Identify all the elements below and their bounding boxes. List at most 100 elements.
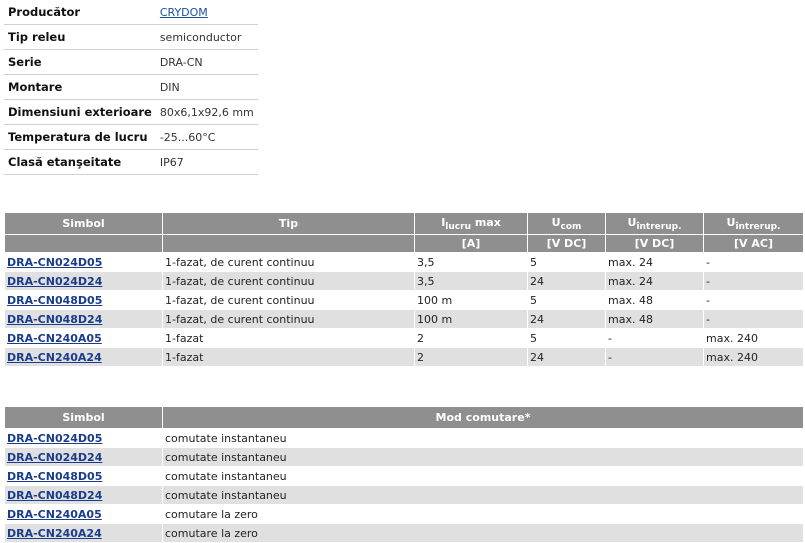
- property-value: DIN: [155, 74, 258, 100]
- header-switching-voltage-dc: Uîntrerup.: [605, 212, 704, 235]
- control-voltage-cell: 24: [527, 309, 606, 329]
- symbol-cell: DRA-CN048D05: [4, 290, 163, 310]
- symbol-cell: DRA-CN240A05: [4, 504, 163, 524]
- switching-mode-cell: comutate instantaneu: [162, 485, 804, 505]
- switching-mode-table: Simbol Mod comutare* DRA-CN024D05 comutate…: [4, 406, 804, 543]
- current-cell: 100 m: [414, 290, 528, 310]
- modes-header-row: Simbol Mod comutare*: [4, 406, 804, 429]
- current-cell: 2: [414, 328, 528, 348]
- symbol-cell: DRA-CN240A24: [4, 523, 163, 543]
- table-row: DRA-CN024D24 comutate instantaneu: [4, 447, 804, 467]
- header-symbol: Simbol: [4, 212, 163, 235]
- property-value: -25...60°C: [155, 124, 258, 150]
- type-cell: 1-fazat, de curent continuu: [162, 252, 415, 272]
- product-link[interactable]: DRA-CN240A05: [7, 508, 102, 521]
- ac-voltage-cell: max. 240: [703, 328, 804, 348]
- unit-label: [162, 234, 415, 253]
- product-link[interactable]: DRA-CN240A24: [7, 527, 102, 540]
- property-label: Montare: [4, 74, 156, 100]
- header-symbol: Simbol: [4, 406, 163, 429]
- type-cell: 1-fazat, de curent continuu: [162, 290, 415, 310]
- header-switching-voltage-ac: Uîntrerup.: [703, 212, 804, 235]
- unit-label: [V AC]: [703, 234, 804, 253]
- property-row: Tip releu semiconductor: [4, 24, 258, 50]
- symbol-cell: DRA-CN024D24: [4, 447, 163, 467]
- table-row: DRA-CN024D05 1-fazat, de curent continuu 3…: [4, 252, 804, 272]
- property-value: IP67: [155, 149, 258, 175]
- properties-table: Producător CRYDOM Tip releu semiconductor Se…: [4, 0, 258, 175]
- table-row: DRA-CN048D24 1-fazat, de curent continuu 1…: [4, 309, 804, 329]
- dc-voltage-cell: max. 48: [605, 309, 704, 329]
- header-subscript: întrerup.: [735, 221, 781, 232]
- control-voltage-cell: 24: [527, 347, 606, 367]
- property-row: Dimensiuni exterioare 80x6,1x92,6 mm: [4, 99, 258, 125]
- property-label: Dimensiuni exterioare: [4, 99, 156, 125]
- property-value: DRA-CN: [155, 49, 258, 75]
- dc-voltage-cell: max. 24: [605, 252, 704, 272]
- header-control-voltage: Ucom: [527, 212, 606, 235]
- switching-mode-cell: comutate instantaneu: [162, 447, 804, 467]
- symbol-cell: DRA-CN048D05: [4, 466, 163, 486]
- table-row: DRA-CN240A05 1-fazat 2 5- max. 240: [4, 328, 804, 348]
- property-label: Producător: [4, 0, 156, 25]
- unit-label: [A]: [414, 234, 528, 253]
- product-link[interactable]: DRA-CN024D05: [7, 432, 102, 445]
- current-cell: 2: [414, 347, 528, 367]
- symbol-cell: DRA-CN240A05: [4, 328, 163, 348]
- specs-header-row: Simbol Tip Ilucru max Ucom Uîntrerup. Uîntrer…: [4, 212, 804, 235]
- product-link[interactable]: DRA-CN240A24: [7, 351, 102, 364]
- product-link[interactable]: DRA-CN048D24: [7, 489, 102, 502]
- product-link[interactable]: DRA-CN048D05: [7, 470, 102, 483]
- property-row: Producător CRYDOM: [4, 0, 258, 25]
- dc-voltage-cell: max. 24: [605, 271, 704, 291]
- ac-voltage-cell: -: [703, 290, 804, 310]
- unit-label: [4, 234, 163, 253]
- product-link[interactable]: DRA-CN048D05: [7, 294, 102, 307]
- dc-voltage-cell: -: [605, 347, 704, 367]
- symbol-cell: DRA-CN024D05: [4, 428, 163, 448]
- specs-units-row: [A] [V DC] [V DC] [V AC]: [4, 234, 804, 253]
- product-link[interactable]: DRA-CN240A05: [7, 332, 102, 345]
- control-voltage-cell: 24: [527, 271, 606, 291]
- property-value: CRYDOM: [155, 0, 258, 25]
- symbol-cell: DRA-CN024D24: [4, 271, 163, 291]
- table-row: DRA-CN240A24 comutare la zero: [4, 523, 804, 543]
- unit-label: [V DC]: [605, 234, 704, 253]
- table-row: DRA-CN240A05 comutare la zero: [4, 504, 804, 524]
- header-main: Simbol: [62, 217, 105, 230]
- property-value: 80x6,1x92,6 mm: [155, 99, 258, 125]
- current-cell: 3,5: [414, 271, 528, 291]
- table-row: DRA-CN024D05 comutate instantaneu: [4, 428, 804, 448]
- header-subscript: lucru: [445, 221, 471, 232]
- header-main: Tip: [278, 217, 299, 230]
- ac-voltage-cell: -: [703, 252, 804, 272]
- table-row: DRA-CN024D24 1-fazat, de curent continuu 3…: [4, 271, 804, 291]
- switching-mode-cell: comutate instantaneu: [162, 428, 804, 448]
- switching-mode-cell: comutate instantaneu: [162, 466, 804, 486]
- control-voltage-cell: 5: [527, 328, 606, 348]
- unit-label: [V DC]: [527, 234, 606, 253]
- control-voltage-cell: 5: [527, 290, 606, 310]
- table-row: DRA-CN048D05 comutate instantaneu: [4, 466, 804, 486]
- type-cell: 1-fazat: [162, 328, 415, 348]
- manufacturer-link[interactable]: CRYDOM: [160, 6, 208, 19]
- property-label: Serie: [4, 49, 156, 75]
- specs-table: Simbol Tip Ilucru max Ucom Uîntrerup. Uîntrer…: [4, 212, 804, 367]
- product-link[interactable]: DRA-CN024D05: [7, 256, 102, 269]
- type-cell: 1-fazat, de curent continuu: [162, 271, 415, 291]
- table-row: DRA-CN048D24 comutate instantaneu: [4, 485, 804, 505]
- header-main: U: [551, 215, 561, 229]
- product-link[interactable]: DRA-CN024D24: [7, 275, 102, 288]
- header-type: Tip: [162, 212, 415, 235]
- property-row: Montare DIN: [4, 74, 258, 100]
- switching-mode-cell: comutare la zero: [162, 504, 804, 524]
- table-row: DRA-CN240A24 1-fazat 2 24- max. 240: [4, 347, 804, 367]
- ac-voltage-cell: -: [703, 309, 804, 329]
- dc-voltage-cell: -: [605, 328, 704, 348]
- property-row: Serie DRA-CN: [4, 49, 258, 75]
- type-cell: 1-fazat, de curent continuu: [162, 309, 415, 329]
- product-link[interactable]: DRA-CN024D24: [7, 451, 102, 464]
- product-link[interactable]: DRA-CN048D24: [7, 313, 102, 326]
- switching-mode-cell: comutare la zero: [162, 523, 804, 543]
- symbol-cell: DRA-CN024D05: [4, 252, 163, 272]
